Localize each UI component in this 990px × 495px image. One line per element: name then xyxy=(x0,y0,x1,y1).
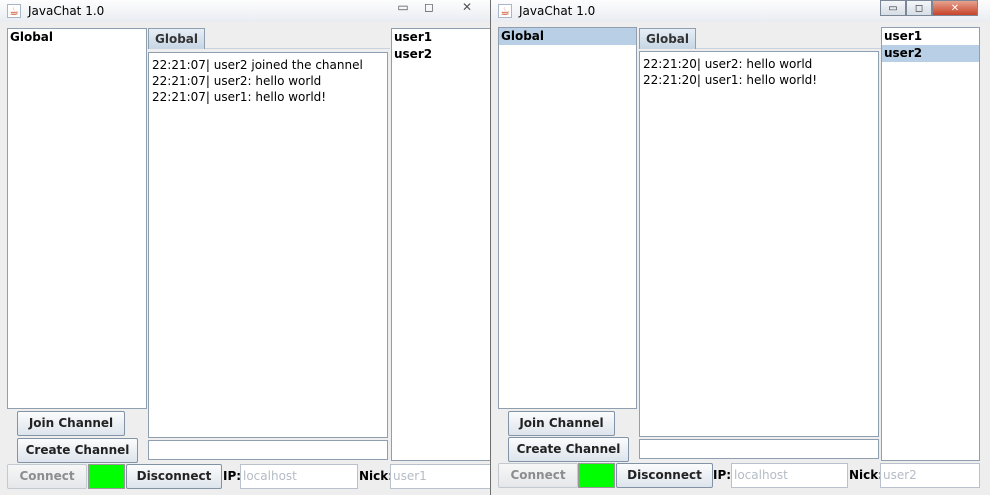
ip-field[interactable]: localhost xyxy=(731,463,848,488)
nick-field[interactable]: user1 xyxy=(390,464,490,489)
disconnect-button[interactable]: Disconnect xyxy=(126,464,222,489)
user-item[interactable]: user1 xyxy=(882,28,979,45)
close-icon[interactable]: ✕ xyxy=(932,0,978,16)
title-bar[interactable]: ☕ JavaChat 1.0 ▭ ◻ ✕ xyxy=(0,0,490,22)
ip-label: IP: xyxy=(223,469,242,483)
channel-item-global[interactable]: Global xyxy=(499,28,636,45)
message-input[interactable] xyxy=(639,439,879,459)
close-icon[interactable]: ✕ xyxy=(442,0,490,16)
message-area: 22:21:07| user2 joined the channel 22:21… xyxy=(148,52,388,438)
message-input[interactable] xyxy=(148,440,388,460)
tab-strip-line xyxy=(205,48,390,49)
java-cup-icon: ☕ xyxy=(498,4,512,18)
window-title: JavaChat 1.0 xyxy=(28,4,105,18)
nick-label: Nick: xyxy=(849,468,884,482)
connect-button[interactable]: Connect xyxy=(7,464,87,489)
join-channel-button[interactable]: Join Channel xyxy=(17,411,125,436)
maximize-icon[interactable]: ◻ xyxy=(416,0,442,16)
tab-global[interactable]: Global xyxy=(639,28,696,49)
disconnect-button[interactable]: Disconnect xyxy=(616,463,713,488)
channel-item-global[interactable]: Global xyxy=(8,29,146,46)
channel-list: Global xyxy=(498,27,637,409)
nick-field[interactable]: user2 xyxy=(880,463,980,488)
create-channel-button[interactable]: Create Channel xyxy=(508,437,629,462)
java-cup-icon: ☕ xyxy=(7,4,21,18)
message-line: 22:21:07| user1: hello world! xyxy=(152,90,327,104)
ip-field[interactable]: localhost xyxy=(240,464,358,489)
connection-status-indicator xyxy=(88,464,125,489)
create-channel-button[interactable]: Create Channel xyxy=(17,438,138,463)
user-item[interactable]: user1 xyxy=(392,29,490,46)
join-channel-button[interactable]: Join Channel xyxy=(508,411,615,436)
maximize-icon[interactable]: ◻ xyxy=(906,0,932,16)
connect-button[interactable]: Connect xyxy=(498,463,578,488)
channel-list: Global xyxy=(7,28,147,409)
ip-label: IP: xyxy=(713,468,732,482)
message-line: 22:21:20| user1: hello world! xyxy=(643,73,818,87)
tab-strip-line xyxy=(696,48,881,49)
message-line: 22:21:07| user2: hello world xyxy=(152,74,322,88)
tab-global[interactable]: Global xyxy=(148,28,205,49)
javachat-window-2: ☕ JavaChat 1.0 ▭ ◻ ✕ Global Global 22:21… xyxy=(490,0,990,495)
connection-status-indicator xyxy=(578,463,615,488)
window-title: JavaChat 1.0 xyxy=(519,4,596,18)
javachat-window-1: ☕ JavaChat 1.0 ▭ ◻ ✕ Global Global 22:21… xyxy=(0,0,491,495)
message-line: 22:21:07| user2 joined the channel xyxy=(152,58,363,72)
minimize-icon[interactable]: ▭ xyxy=(880,0,906,16)
nick-label: Nick: xyxy=(359,469,394,483)
user-list: user1 user2 xyxy=(881,27,980,461)
message-area: 22:21:20| user2: hello world 22:21:20| u… xyxy=(639,51,879,437)
user-item[interactable]: user2 xyxy=(392,46,490,63)
user-list: user1 user2 xyxy=(391,28,490,461)
minimize-icon[interactable]: ▭ xyxy=(390,0,416,16)
title-bar[interactable]: ☕ JavaChat 1.0 ▭ ◻ ✕ xyxy=(491,0,990,22)
user-item[interactable]: user2 xyxy=(882,45,979,62)
message-line: 22:21:20| user2: hello world xyxy=(643,57,813,71)
